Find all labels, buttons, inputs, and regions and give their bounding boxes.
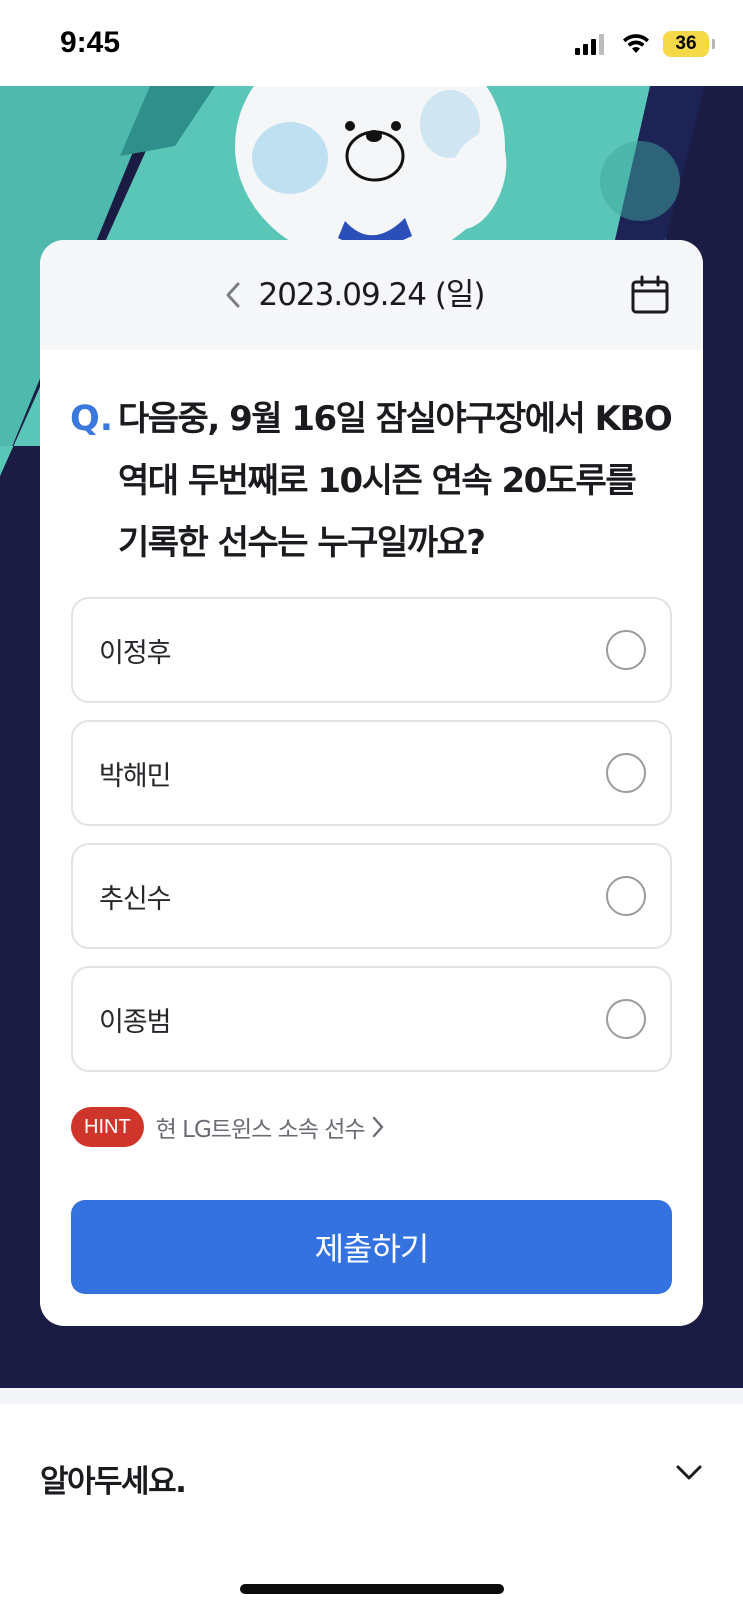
status-bar: 9:45 36 [0,0,743,86]
calendar-icon [631,275,669,314]
question: Q. 다음중, 9월 16일 잠실야구장에서 KBO 역대 두번째로 10시즌 … [70,388,675,574]
signal-icon [575,34,604,55]
radio-button[interactable] [606,630,646,670]
date-header: 2023.09.24 (일) [40,240,703,350]
notice-accordion[interactable]: 알아두세요. [0,1404,743,1554]
radio-button[interactable] [606,876,646,916]
radio-button[interactable] [606,753,646,793]
chevron-down-icon [675,1464,703,1486]
notice-title: 알아두세요. [40,1464,187,1500]
chevron-right-icon [371,1115,385,1139]
quiz-card: 2023.09.24 (일) Q. 다음중, 9월 16일 잠실야구장에서 KB… [40,240,703,1326]
question-text: 다음중, 9월 16일 잠실야구장에서 KBO 역대 두번째로 10시즌 연속 … [118,399,673,563]
answer-option[interactable]: 박해민 [71,720,672,826]
status-time: 9:45 [60,26,121,59]
hint-text: 현 LG트윈스 소속 선수 [155,1117,366,1143]
option-label: 이정후 [99,637,172,669]
option-label: 추신수 [99,883,172,915]
question-prefix: Q. [70,399,114,439]
home-indicator [240,1584,504,1594]
submit-button[interactable]: 제출하기 [71,1200,672,1294]
radio-button[interactable] [606,999,646,1039]
hint-badge: HINT [71,1107,144,1147]
date-title: 2023.09.24 (일) [258,277,485,313]
section-divider [0,1388,743,1404]
status-indicators: 36 [575,30,715,58]
option-label: 이종범 [99,1006,172,1038]
answer-option[interactable]: 이종범 [71,966,672,1072]
wifi-icon [623,34,649,53]
answer-option[interactable]: 이정후 [71,597,672,703]
answer-option[interactable]: 추신수 [71,843,672,949]
calendar-button[interactable] [627,272,673,318]
battery-indicator: 36 [663,31,715,57]
answer-options: 이정후 박해민 추신수 이종범 [71,597,672,1089]
hint-link[interactable]: HINT 현 LG트윈스 소속 선수 [71,1107,385,1147]
option-label: 박해민 [99,760,172,792]
